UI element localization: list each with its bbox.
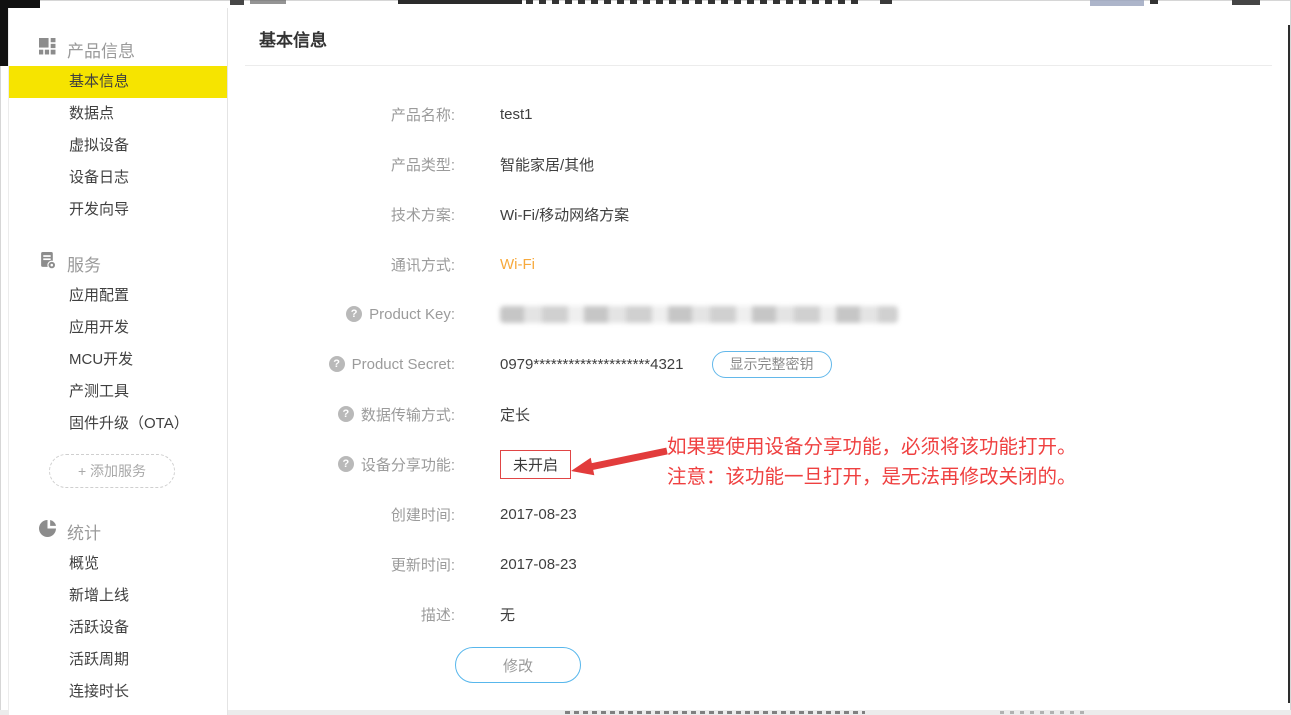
sidebar-item-device-log[interactable]: 设备日志 <box>9 162 227 194</box>
grid-icon <box>39 38 56 60</box>
field-row-product-key: ? Product Key: <box>229 289 1288 339</box>
field-label: 创建时间: <box>391 504 455 525</box>
field-value: 智能家居/其他 <box>500 154 594 175</box>
sidebar-section-label: 服务 <box>67 251 101 276</box>
page-title: 基本信息 <box>259 26 1288 51</box>
sidebar-item-virtual-device[interactable]: 虚拟设备 <box>9 130 227 162</box>
title-divider <box>245 65 1272 66</box>
sidebar-item-dev-wizard[interactable]: 开发向导 <box>9 194 227 226</box>
field-label: 更新时间: <box>391 554 455 575</box>
field-row-device-sharing: ? 设备分享功能: 未开启 如果要使用设备分享功能，必须将该功能打开。 注意：该… <box>229 439 1288 489</box>
sidebar-item-app-config[interactable]: 应用配置 <box>9 280 227 312</box>
sidebar-section-services: 服务 <box>9 246 227 280</box>
status-badge-not-enabled: 未开启 <box>500 450 571 479</box>
red-arrow-icon <box>569 445 671 481</box>
pie-chart-icon <box>39 520 56 542</box>
modify-button[interactable]: 修改 <box>455 647 581 683</box>
field-row-tech-solution: 技术方案: Wi-Fi/移动网络方案 <box>229 189 1288 239</box>
annotation-note: 如果要使用设备分享功能，必须将该功能打开。 注意：该功能一旦打开，是无法再修改关… <box>667 433 1291 493</box>
field-value: 2017-08-23 <box>500 556 577 573</box>
field-label: 产品名称: <box>391 104 455 125</box>
field-value: Wi-Fi/移动网络方案 <box>500 204 629 225</box>
sidebar-item-app-dev[interactable]: 应用开发 <box>9 312 227 344</box>
field-value: test1 <box>500 106 533 123</box>
field-row-comm-method: 通讯方式: Wi-Fi <box>229 239 1288 289</box>
annotation-line-1: 如果要使用设备分享功能，必须将该功能打开。 <box>667 433 1291 463</box>
field-list: 产品名称: test1 产品类型: 智能家居/其他 技术方案: Wi-Fi/移动… <box>229 89 1288 639</box>
help-icon[interactable]: ? <box>329 356 345 372</box>
show-full-secret-button[interactable]: 显示完整密钥 <box>712 351 832 378</box>
help-icon[interactable]: ? <box>338 406 354 422</box>
field-value: 定长 <box>500 404 530 425</box>
field-label: 通讯方式: <box>391 254 455 275</box>
left-edge-artifact <box>0 0 8 66</box>
field-label: 描述: <box>421 604 455 625</box>
field-label: Product Secret: <box>352 356 455 373</box>
field-row-created-time: 创建时间: 2017-08-23 <box>229 489 1288 539</box>
field-label: Product Key: <box>369 306 455 323</box>
main-content: 基本信息 产品名称: test1 产品类型: 智能家居/其他 技术方案: Wi-… <box>229 8 1288 683</box>
field-row-product-name: 产品名称: test1 <box>229 89 1288 139</box>
field-row-data-transfer: ? 数据传输方式: 定长 <box>229 389 1288 439</box>
field-row-product-secret: ? Product Secret: 0979******************… <box>229 339 1288 389</box>
sidebar-item-ota[interactable]: 固件升级（OTA） <box>9 408 227 440</box>
field-value: 0979********************4321 <box>500 356 684 373</box>
sidebar: 产品信息 基本信息 数据点 虚拟设备 设备日志 开发向导 服务 应用配置 应用开… <box>8 8 228 715</box>
sidebar-section-label: 产品信息 <box>67 37 135 62</box>
help-icon[interactable]: ? <box>346 306 362 322</box>
sidebar-section-product-info: 产品信息 <box>9 32 227 66</box>
services-icon <box>39 252 56 274</box>
field-label: 技术方案: <box>391 204 455 225</box>
sidebar-item-active-cycle[interactable]: 活跃周期 <box>9 644 227 676</box>
sidebar-item-overview[interactable]: 概览 <box>9 548 227 580</box>
right-edge-line <box>1288 25 1290 703</box>
sidebar-item-connection-duration[interactable]: 连接时长 <box>9 676 227 708</box>
sidebar-section-stats: 统计 <box>9 514 227 548</box>
field-value-wifi: Wi-Fi <box>500 256 535 273</box>
sidebar-item-new-online[interactable]: 新增上线 <box>9 580 227 612</box>
field-row-updated-time: 更新时间: 2017-08-23 <box>229 539 1288 589</box>
sidebar-item-active-devices[interactable]: 活跃设备 <box>9 612 227 644</box>
field-value: 无 <box>500 604 515 625</box>
add-service-button[interactable]: + 添加服务 <box>49 454 175 488</box>
sidebar-item-mcu-dev[interactable]: MCU开发 <box>9 344 227 376</box>
sidebar-item-prod-test-tool[interactable]: 产测工具 <box>9 376 227 408</box>
field-row-product-type: 产品类型: 智能家居/其他 <box>229 139 1288 189</box>
redacted-product-key <box>500 306 898 323</box>
field-label: 设备分享功能: <box>361 454 455 475</box>
field-value: 2017-08-23 <box>500 506 577 523</box>
sidebar-item-basic-info[interactable]: 基本信息 <box>9 66 227 98</box>
field-row-description: 描述: 无 <box>229 589 1288 639</box>
help-icon[interactable]: ? <box>338 456 354 472</box>
field-label: 产品类型: <box>391 154 455 175</box>
sidebar-section-label: 统计 <box>67 519 101 544</box>
field-label: 数据传输方式: <box>361 404 455 425</box>
sidebar-item-data-points[interactable]: 数据点 <box>9 98 227 130</box>
